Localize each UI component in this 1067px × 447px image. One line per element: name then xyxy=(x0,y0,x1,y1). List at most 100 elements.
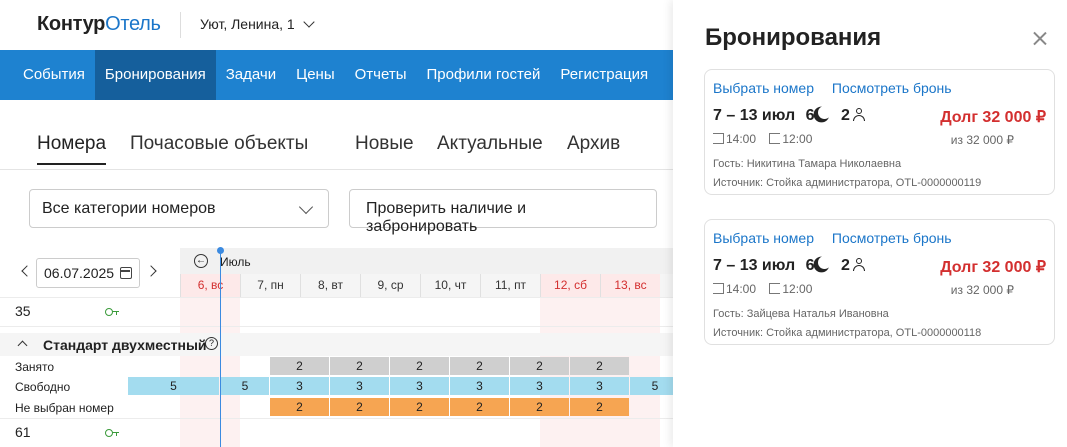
nav-item-bookings[interactable]: Бронирования xyxy=(94,50,216,100)
check-in-icon xyxy=(713,283,724,294)
no-room-cell[interactable]: 2 xyxy=(390,398,449,416)
day-header: 8, вт xyxy=(300,274,360,297)
nav-item-tasks[interactable]: Задачи xyxy=(216,50,286,100)
view-booking-link[interactable]: Посмотреть бронь xyxy=(832,230,952,246)
busy-cell[interactable]: 2 xyxy=(270,357,329,375)
nights-count: 6 xyxy=(805,107,815,124)
chevron-up-icon[interactable] xyxy=(17,340,28,351)
free-cell[interactable]: 3 xyxy=(450,377,509,395)
days-header: 6, вс 7, пн 8, вт 9, ср 10, чт 11, пт 12, сб 13… xyxy=(180,274,680,297)
hotel-selector[interactable]: Уют, Ленина, 1 xyxy=(200,16,315,32)
tab-hourly-objects[interactable]: Почасовые объекты xyxy=(130,133,308,163)
busy-cell[interactable]: 2 xyxy=(510,357,569,375)
hotel-name: Уют, Ленина, 1 xyxy=(200,16,295,32)
top-header: КонтурОтель Уют, Ленина, 1 xyxy=(0,0,680,50)
booking-source: Источник: Стойка администратора, OTL-000… xyxy=(713,327,982,339)
nav-item-reports[interactable]: Отчеты xyxy=(345,50,417,100)
free-cell[interactable]: 5 xyxy=(128,377,219,395)
free-cell[interactable]: 5 xyxy=(221,377,269,395)
nav-item-guest-profiles[interactable]: Профили гостей xyxy=(416,50,550,100)
bookings-panel: Бронирования Выбрать номер Посмотреть бр… xyxy=(673,0,1067,447)
help-icon[interactable]: ? xyxy=(205,337,218,350)
booking-dates: 7 – 13 июл xyxy=(713,257,796,274)
moon-icon xyxy=(818,256,831,269)
person-icon xyxy=(852,258,865,271)
debt-amount: Долг 32 000 ₽ xyxy=(940,109,1046,126)
page: КонтурОтель Уют, Ленина, 1 События Брони… xyxy=(0,0,1067,447)
day-header: 6, вс xyxy=(180,274,240,297)
no-room-label: Не выбран номер xyxy=(15,401,114,415)
row-divider xyxy=(0,418,680,419)
booking-card: Выбрать номер Посмотреть бронь 7 – 13 ию… xyxy=(704,69,1055,195)
check-in-icon xyxy=(713,133,724,144)
tab-current[interactable]: Актуальные xyxy=(437,133,543,163)
nav-item-prices[interactable]: Цены xyxy=(286,50,345,100)
no-room-cell[interactable]: 2 xyxy=(510,398,569,416)
close-icon[interactable] xyxy=(1031,30,1049,48)
weekend-column xyxy=(180,297,240,447)
booking-source: Источник: Стойка администратора, OTL-000… xyxy=(713,177,982,189)
busy-label: Занято xyxy=(15,360,55,374)
nights-count: 6 xyxy=(805,257,815,274)
day-header: 7, пн xyxy=(240,274,300,297)
no-room-cell[interactable]: 2 xyxy=(270,398,329,416)
busy-cell[interactable]: 2 xyxy=(330,357,389,375)
booking-card: Выбрать номер Посмотреть бронь 7 – 13 ию… xyxy=(704,219,1055,345)
debt-amount: Долг 32 000 ₽ xyxy=(940,259,1046,276)
row-divider xyxy=(0,297,680,298)
day-header: 10, чт xyxy=(420,274,480,297)
no-room-cell[interactable]: 2 xyxy=(570,398,629,416)
person-icon xyxy=(852,108,865,121)
check-out-icon xyxy=(769,133,781,144)
check-availability-button[interactable]: Проверить наличие и забронировать xyxy=(349,189,657,235)
panel-title: Бронирования xyxy=(705,24,882,51)
chevron-down-icon xyxy=(302,16,315,28)
category-title: Стандарт двухместный xyxy=(43,337,207,353)
day-header: 13, вс xyxy=(600,274,660,297)
calendar-icon xyxy=(120,267,132,279)
category-select-value: Все категории номеров xyxy=(42,200,216,217)
nav-item-events[interactable]: События xyxy=(0,50,95,100)
room-number[interactable]: 61 xyxy=(15,424,31,440)
check-out-time: 12:00 xyxy=(782,282,813,296)
busy-cell[interactable]: 2 xyxy=(450,357,509,375)
no-room-cell[interactable]: 2 xyxy=(330,398,389,416)
date-value: 06.07.2025 xyxy=(44,265,115,281)
chevron-down-icon xyxy=(298,199,314,215)
logo-part2: Отель xyxy=(105,13,161,35)
free-cell[interactable]: 3 xyxy=(570,377,629,395)
tab-rooms[interactable]: Номера xyxy=(37,133,107,165)
back-to-today-icon[interactable]: ← xyxy=(194,254,208,268)
select-room-link[interactable]: Выбрать номер xyxy=(713,80,814,96)
key-icon xyxy=(105,308,119,316)
logo-part1: Контур xyxy=(37,13,106,35)
nav-item-registration[interactable]: Регистрация xyxy=(550,50,658,100)
category-select[interactable]: Все категории номеров xyxy=(29,189,329,228)
logo[interactable]: КонтурОтель xyxy=(37,13,161,36)
category-row[interactable]: Стандарт двухместный ? xyxy=(0,333,680,356)
key-icon xyxy=(105,429,119,437)
today-marker xyxy=(217,247,224,254)
check-out-time: 12:00 xyxy=(782,132,813,146)
free-cell[interactable]: 3 xyxy=(330,377,389,395)
free-cell[interactable]: 3 xyxy=(390,377,449,395)
tab-archive[interactable]: Архив xyxy=(567,133,620,163)
check-in-time: 14:00 xyxy=(726,132,757,146)
free-cell[interactable]: 3 xyxy=(270,377,329,395)
check-in-time: 14:00 xyxy=(726,282,757,296)
free-cell[interactable]: 3 xyxy=(510,377,569,395)
busy-cell[interactable]: 2 xyxy=(390,357,449,375)
free-label: Свободно xyxy=(15,380,71,394)
date-input[interactable]: 06.07.2025 xyxy=(36,258,140,288)
view-booking-link[interactable]: Посмотреть бронь xyxy=(832,80,952,96)
day-header: 9, ср xyxy=(360,274,420,297)
total-amount: из 32 000 ₽ xyxy=(950,133,1014,147)
room-number[interactable]: 35 xyxy=(15,303,31,319)
select-room-link[interactable]: Выбрать номер xyxy=(713,230,814,246)
month-header: ← Июль xyxy=(180,248,680,274)
tab-new[interactable]: Новые xyxy=(355,133,414,163)
busy-cell[interactable]: 2 xyxy=(570,357,629,375)
check-out-icon xyxy=(769,283,781,294)
header-divider xyxy=(180,12,181,38)
no-room-cell[interactable]: 2 xyxy=(450,398,509,416)
